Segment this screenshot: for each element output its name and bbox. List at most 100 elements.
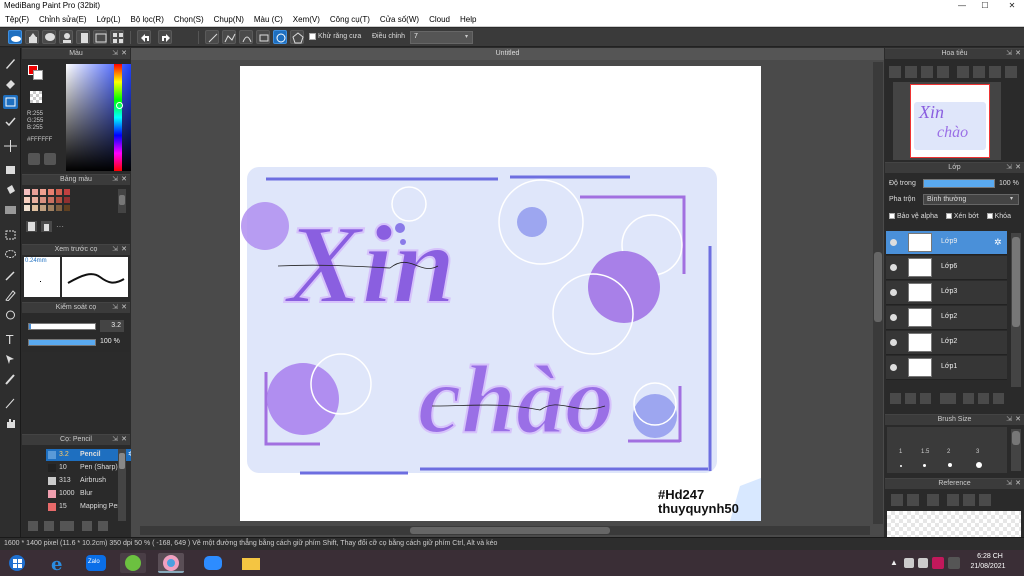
layer-folder-icon[interactable]: [963, 393, 974, 404]
rotate-left-icon[interactable]: [957, 66, 969, 78]
layer-opacity-slider[interactable]: [923, 179, 995, 188]
visibility-icon[interactable]: [890, 339, 897, 346]
brush-tool-icon[interactable]: [3, 56, 18, 70]
pen-icon[interactable]: [3, 396, 18, 410]
grid-icon[interactable]: [110, 30, 124, 44]
bucket-tool-icon[interactable]: [3, 183, 18, 197]
horizontal-scrollbar[interactable]: [140, 526, 870, 535]
close-icon[interactable]: ✕: [121, 435, 127, 445]
vertical-scroll-thumb[interactable]: [874, 252, 882, 322]
palette-swatch[interactable]: [64, 205, 70, 211]
move-tool-icon[interactable]: [3, 139, 18, 153]
antialias-checkbox[interactable]: [309, 33, 316, 40]
horizontal-scroll-thumb[interactable]: [410, 527, 610, 534]
layer-menu-icon[interactable]: [940, 393, 956, 404]
brush-menu-icon[interactable]: [60, 521, 74, 531]
close-icon[interactable]: ✕: [1015, 415, 1021, 425]
reference-open-icon[interactable]: [907, 494, 919, 506]
visibility-icon[interactable]: [890, 314, 897, 321]
color-wheel-icon[interactable]: [28, 153, 40, 165]
menu-edit[interactable]: Chỉnh sửa(E): [34, 13, 92, 26]
actual-size-icon[interactable]: [937, 66, 949, 78]
shape-tool-icon[interactable]: [3, 95, 18, 109]
zalo-icon[interactable]: Zalo: [83, 553, 109, 573]
dot-tool-icon[interactable]: [3, 115, 18, 129]
layer-settings-icon[interactable]: ✲: [994, 237, 1002, 248]
palette-swatch[interactable]: [56, 205, 62, 211]
layer-row[interactable]: Lớp1: [886, 356, 1007, 380]
layer-scrollbar[interactable]: [1011, 233, 1021, 387]
team-icon[interactable]: [59, 30, 73, 44]
protect-alpha-checkbox[interactable]: [889, 213, 895, 220]
palette-swatch[interactable]: [32, 189, 38, 195]
add-palette-icon[interactable]: [26, 221, 37, 232]
reference-cloud-icon[interactable]: [891, 494, 903, 506]
operation-tool-icon[interactable]: [3, 352, 18, 366]
brush-size-option[interactable]: 1: [899, 449, 902, 455]
gradient-tool-icon[interactable]: [3, 203, 18, 217]
close-icon[interactable]: ✕: [121, 175, 127, 185]
reference-view[interactable]: [887, 511, 1021, 537]
reference-fit-icon[interactable]: [963, 494, 975, 506]
palette-swatch[interactable]: [24, 189, 30, 195]
menu-filter[interactable]: Bộ lọc(R): [126, 13, 169, 26]
menu-file[interactable]: Tệp(F): [0, 13, 34, 26]
palette-swatch[interactable]: [64, 197, 70, 203]
menu-cloud[interactable]: Cloud: [424, 13, 455, 26]
canvas-settings-icon[interactable]: [93, 30, 107, 44]
menu-window[interactable]: Cửa số(W): [375, 13, 424, 26]
medibang-icon[interactable]: [158, 553, 184, 573]
close-icon[interactable]: ✕: [1015, 163, 1021, 173]
visibility-icon[interactable]: [890, 364, 897, 371]
app-icon[interactable]: [120, 553, 146, 573]
minimize-button[interactable]: —: [955, 0, 969, 12]
close-icon[interactable]: ✕: [121, 245, 127, 255]
layer-copy-icon[interactable]: [978, 393, 989, 404]
brush-list-scrollbar[interactable]: [118, 449, 126, 521]
vertical-scrollbar[interactable]: [873, 62, 883, 524]
zoom-app-icon[interactable]: [200, 553, 226, 573]
flip-icon[interactable]: [1005, 66, 1017, 78]
hue-handle[interactable]: [116, 102, 123, 109]
brush-folder-icon[interactable]: [98, 521, 108, 531]
polygon-icon[interactable]: [290, 30, 304, 44]
menu-layer[interactable]: Lớp(L): [92, 13, 126, 26]
redo-icon[interactable]: [158, 30, 172, 44]
palette-swatch[interactable]: [64, 189, 70, 195]
hue-slider[interactable]: [114, 64, 122, 171]
fill-tool-icon[interactable]: [3, 163, 18, 177]
brush-size-scrollbar[interactable]: [1011, 429, 1021, 471]
brush-size-option[interactable]: 2: [947, 449, 950, 455]
rotate-right-icon[interactable]: [973, 66, 985, 78]
select-eraser-icon[interactable]: [3, 308, 18, 322]
palette-scrollbar[interactable]: [118, 189, 126, 213]
transparent-color[interactable]: [30, 91, 42, 103]
reset-rotation-icon[interactable]: [989, 66, 1001, 78]
vivaldi-icon[interactable]: [932, 557, 944, 569]
zoom-out-icon[interactable]: [905, 66, 917, 78]
internet-explorer-icon[interactable]: e: [45, 553, 71, 575]
fit-icon[interactable]: [921, 66, 933, 78]
upload-icon[interactable]: [25, 30, 39, 44]
palette-swatch[interactable]: [56, 189, 62, 195]
close-icon[interactable]: ✕: [121, 49, 127, 59]
brush-size-grid[interactable]: 1 1.5 2 3: [887, 427, 1007, 473]
close-button[interactable]: ✕: [1005, 0, 1019, 12]
layer-row[interactable]: Lớp3: [886, 281, 1007, 305]
palette-swatch[interactable]: [40, 197, 46, 203]
rectangle-icon[interactable]: [256, 30, 270, 44]
document-tab[interactable]: Untitled: [131, 48, 884, 60]
new-layer-icon[interactable]: [890, 393, 901, 404]
palette-swatch[interactable]: [24, 197, 30, 203]
ellipse-icon[interactable]: [273, 30, 287, 44]
eyedropper-icon[interactable]: [3, 372, 18, 386]
visibility-icon[interactable]: [890, 289, 897, 296]
tray-arrow-icon[interactable]: ▲: [890, 558, 898, 568]
brush-opacity-slider[interactable]: [28, 339, 96, 346]
add-brush-icon[interactable]: [44, 521, 54, 531]
polyline-icon[interactable]: [222, 30, 236, 44]
close-icon[interactable]: ✕: [121, 303, 127, 313]
reference-zoom-out-icon[interactable]: [979, 494, 991, 506]
clipping-checkbox[interactable]: [945, 213, 952, 220]
undo-icon[interactable]: [137, 30, 151, 44]
